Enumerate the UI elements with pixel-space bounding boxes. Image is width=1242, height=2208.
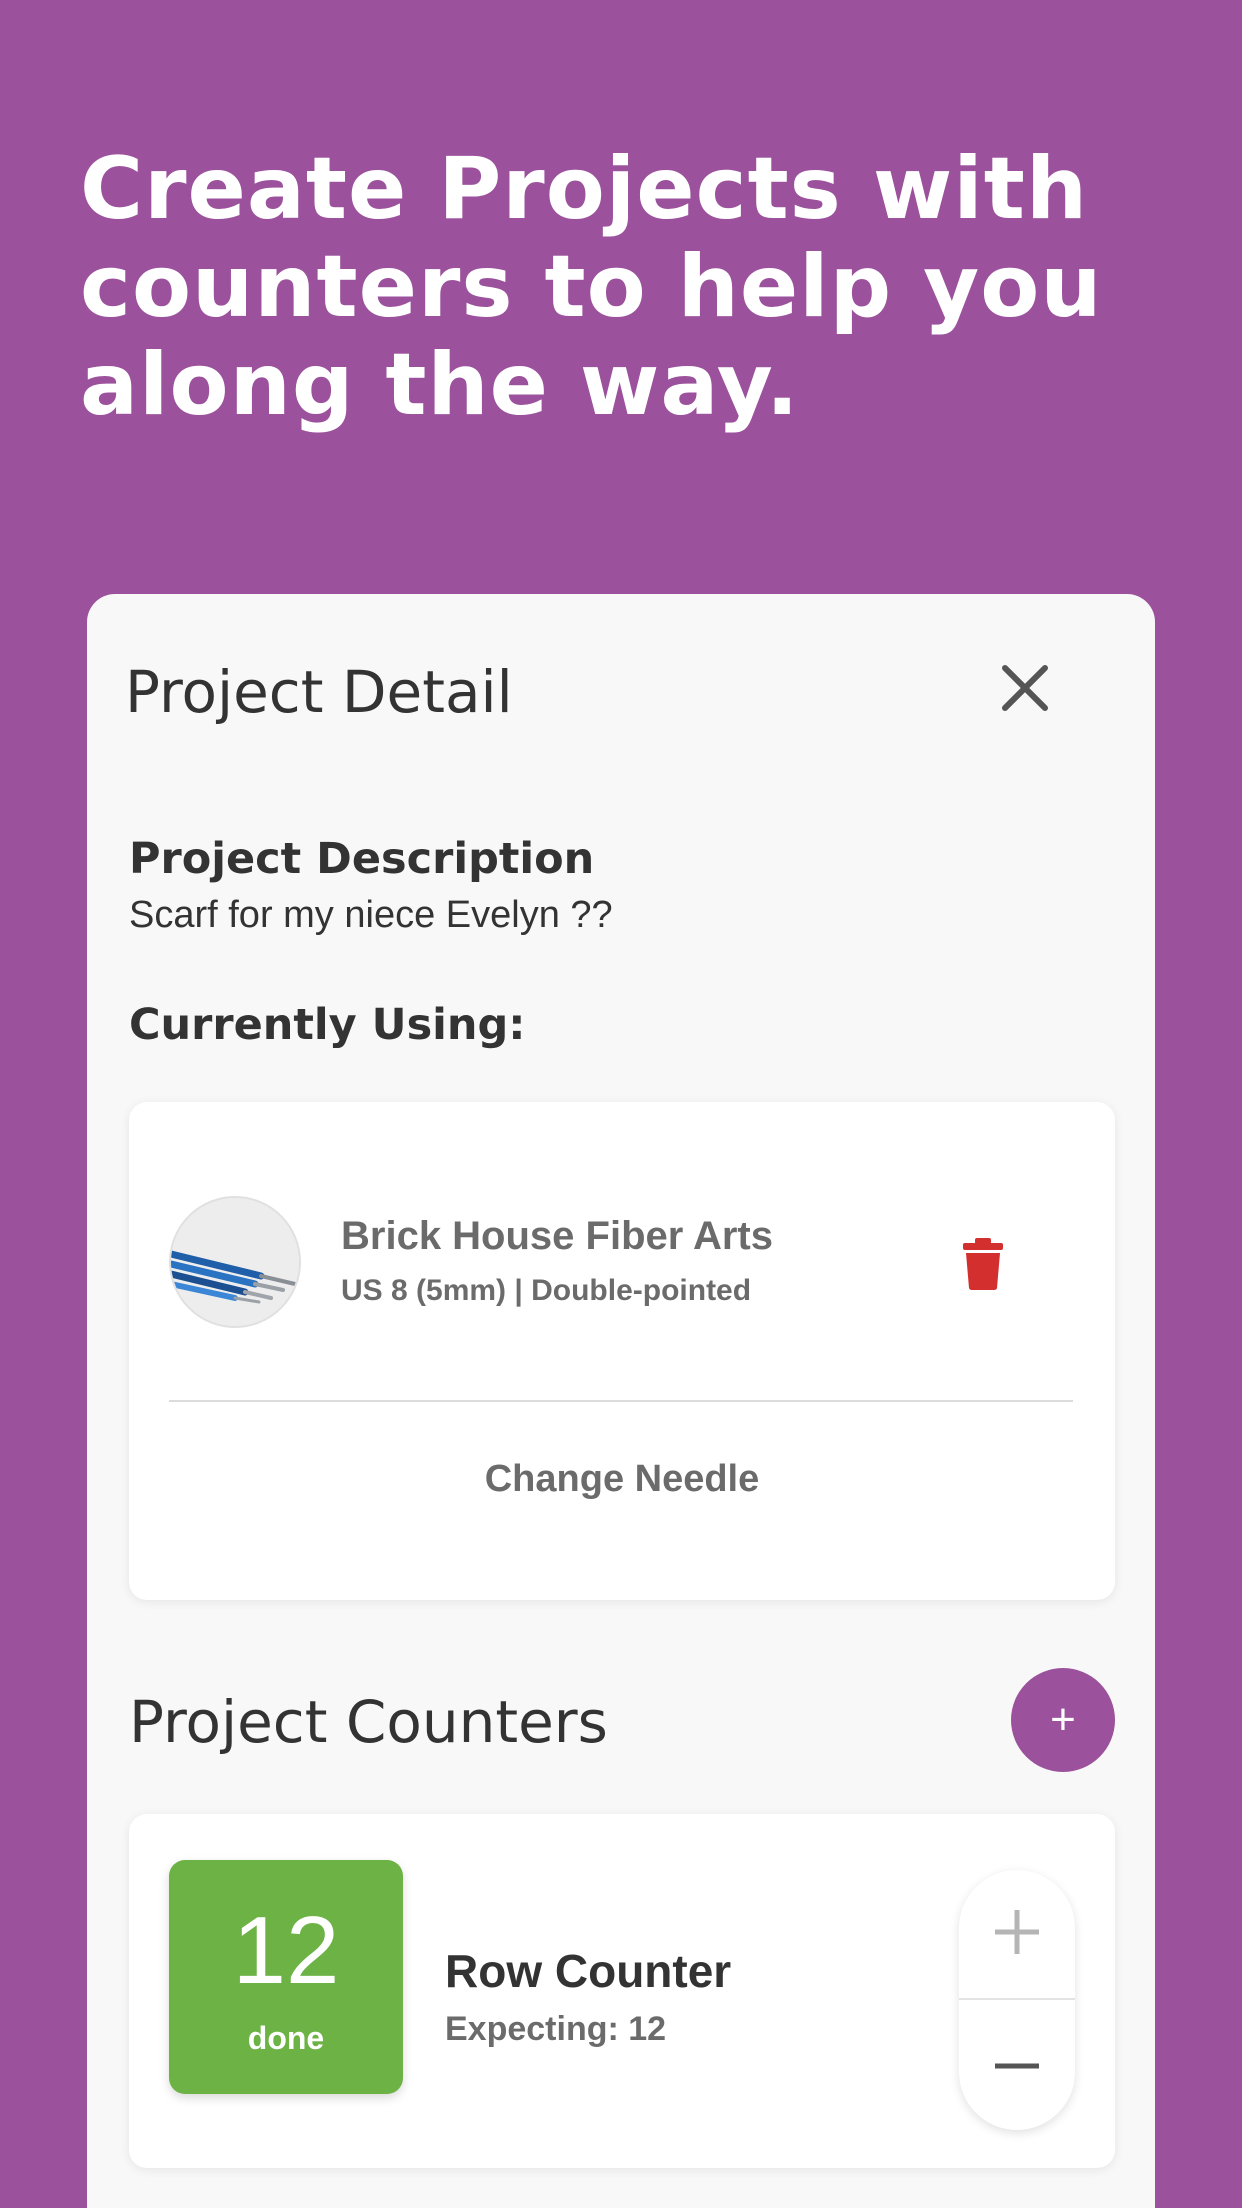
description-text: Scarf for my niece Evelyn ??: [129, 894, 613, 936]
needle-card: Brick House Fiber Arts US 8 (5mm) | Doub…: [129, 1102, 1115, 1600]
stepper-divider: [959, 1998, 1075, 2000]
counter-card: 12 done Row Counter Expecting: 12: [129, 1814, 1115, 2168]
counter-expecting: Expecting: 12: [445, 2010, 667, 2048]
change-needle-button[interactable]: Change Needle: [129, 1458, 1115, 1501]
close-button[interactable]: [987, 650, 1063, 726]
counter-badge: 12 done: [169, 1860, 403, 2094]
counter-stepper: [959, 1870, 1075, 2130]
counter-name: Row Counter: [445, 1945, 732, 1997]
project-detail-sheet: Project Detail Project Description Scarf…: [87, 594, 1155, 2208]
needle-image: [169, 1196, 301, 1328]
divider: [169, 1400, 1073, 1402]
plus-icon: [995, 1910, 1039, 1954]
currently-using-label: Currently Using:: [129, 1000, 526, 1050]
delete-needle-button[interactable]: [955, 1232, 1013, 1296]
counter-status: done: [247, 2020, 325, 2056]
counters-title: Project Counters: [129, 1688, 608, 1756]
close-icon: [1002, 665, 1048, 711]
headline: Create Projects with counters to help yo…: [80, 139, 1103, 435]
trash-icon: [963, 1238, 1003, 1290]
description-label: Project Description: [129, 834, 595, 884]
minus-icon: [995, 2063, 1039, 2069]
decrement-button[interactable]: [959, 2004, 1075, 2128]
plus-icon: +: [1050, 1695, 1076, 1744]
add-counter-button[interactable]: +: [1011, 1668, 1115, 1772]
needle-name: Brick House Fiber Arts: [341, 1214, 773, 1258]
sheet-title: Project Detail: [125, 658, 513, 726]
increment-button[interactable]: [959, 1870, 1075, 1994]
counter-value: 12: [232, 1897, 340, 2004]
needle-details: US 8 (5mm) | Double-pointed: [341, 1274, 752, 1307]
